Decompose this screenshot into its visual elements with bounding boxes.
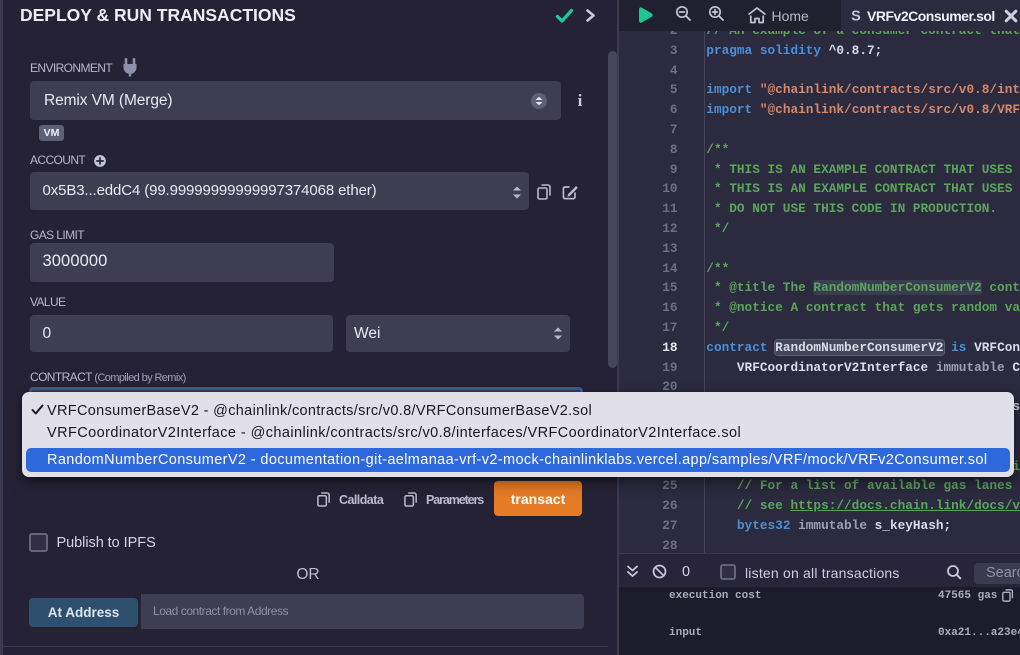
- svg-text:i: i: [578, 92, 583, 109]
- svg-text:S: S: [851, 9, 861, 24]
